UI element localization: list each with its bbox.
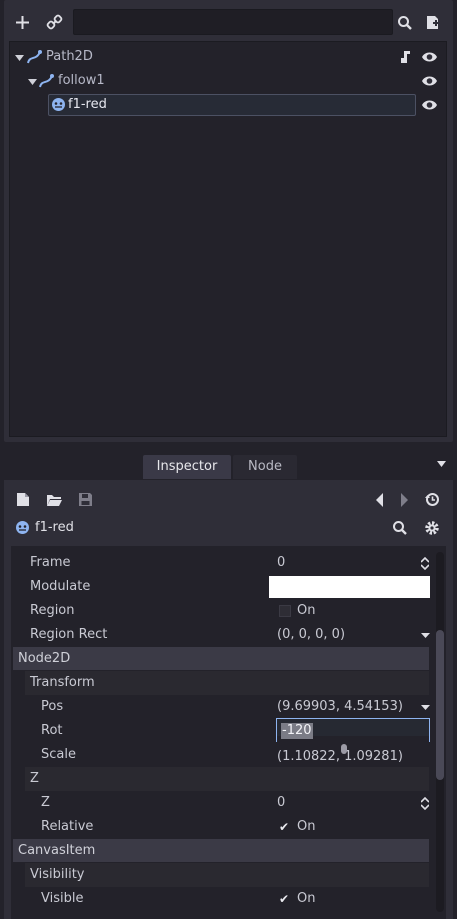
property-frame: Frame 0 [11,551,431,575]
rot-value-text[interactable]: -120 [281,723,313,739]
spinner-arrows-icon[interactable] [421,797,429,810]
property-label: Pos [41,699,64,714]
z-spinbox[interactable]: 0 [277,791,285,815]
property-list: Frame 0 Modulate Region On Region Rect (… [11,546,446,919]
history-back-icon[interactable] [376,493,384,507]
pathfollow2d-icon [38,73,54,89]
property-label: Relative [41,819,94,834]
subsection-transform[interactable]: Transform [25,671,429,695]
search-icon[interactable] [392,520,408,536]
pos-value[interactable]: (9.69903, 4.54153) [277,695,403,719]
section-node2d[interactable]: Node2D [13,647,429,670]
property-label: Rot [41,723,63,738]
property-rot: Rot -120 [11,718,431,754]
checkbox-label: On [297,819,316,834]
region-rect-value[interactable]: (0, 0, 0, 0) [277,623,345,647]
property-scale: Scale (1.10822, 1.09281) [11,743,431,767]
visibility-eye-icon[interactable] [421,99,438,111]
sprite-icon [51,97,66,112]
sprite-icon [15,520,30,535]
gear-icon[interactable] [424,520,440,536]
property-label: Region Rect [30,627,108,642]
new-resource-icon[interactable] [16,492,30,507]
scale-value[interactable]: (1.10822, 1.09281) [277,745,403,769]
save-icon[interactable] [78,492,93,507]
search-icon[interactable] [397,15,413,31]
path2d-icon [26,49,42,65]
open-folder-icon[interactable] [46,493,63,507]
inspected-object-name: f1-red [35,520,74,535]
property-visible: Visible ✔ On [11,887,431,911]
tree-item-path2d[interactable]: Path2D [46,46,93,68]
search-input[interactable] [73,9,393,35]
property-label: Z [41,795,50,810]
tree-item-f1-red[interactable]: f1-red [68,94,107,116]
history-forward-icon[interactable] [400,493,408,507]
subsection-z[interactable]: Z [25,767,429,791]
property-label: Visible [41,891,84,906]
property-label: Modulate [30,579,91,594]
property-region-rect: Region Rect (0, 0, 0, 0) [11,623,431,647]
region-checkbox[interactable] [279,605,291,617]
object-history-icon[interactable] [425,492,440,507]
property-relative: Relative ✔ On [11,815,431,839]
dropdown-arrow-icon[interactable] [421,633,430,639]
tree-item-follow1[interactable]: follow1 [58,70,105,92]
property-z: Z 0 [11,791,431,815]
section-canvasitem[interactable]: CanvasItem [13,839,429,862]
tab-inspector[interactable]: Inspector [143,455,231,479]
property-label: Frame [30,555,71,570]
relative-checkbox[interactable]: ✔ [279,815,289,839]
visibility-eye-icon[interactable] [421,51,438,63]
script-icon[interactable] [399,50,413,64]
inspector-scrollbar-thumb[interactable] [436,630,444,780]
visible-checkbox[interactable]: ✔ [279,887,289,911]
subsection-visibility[interactable]: Visibility [25,863,429,887]
property-label: Scale [41,747,76,762]
property-region: Region On [11,599,431,623]
link-icon[interactable] [46,14,63,31]
dock-menu-arrow-icon[interactable] [437,461,446,468]
collapse-arrow-icon[interactable] [15,53,24,62]
rot-slider-grabber[interactable] [341,744,347,754]
collapse-arrow-icon[interactable] [28,77,37,86]
spinner-arrows-icon[interactable] [421,557,429,570]
tab-node[interactable]: Node [233,455,297,479]
add-node-icon[interactable] [14,14,31,31]
property-modulate: Modulate [11,575,431,599]
visibility-eye-icon[interactable] [421,75,438,87]
checkbox-label: On [297,603,316,618]
checkbox-label: On [297,891,316,906]
frame-spinbox[interactable]: 0 [277,551,285,575]
modulate-color-swatch[interactable] [269,576,430,598]
property-pos: Pos (9.69903, 4.54153) [11,695,431,719]
instance-scene-icon[interactable] [424,14,441,31]
dropdown-arrow-icon[interactable] [421,705,430,711]
property-label: Region [30,603,75,618]
